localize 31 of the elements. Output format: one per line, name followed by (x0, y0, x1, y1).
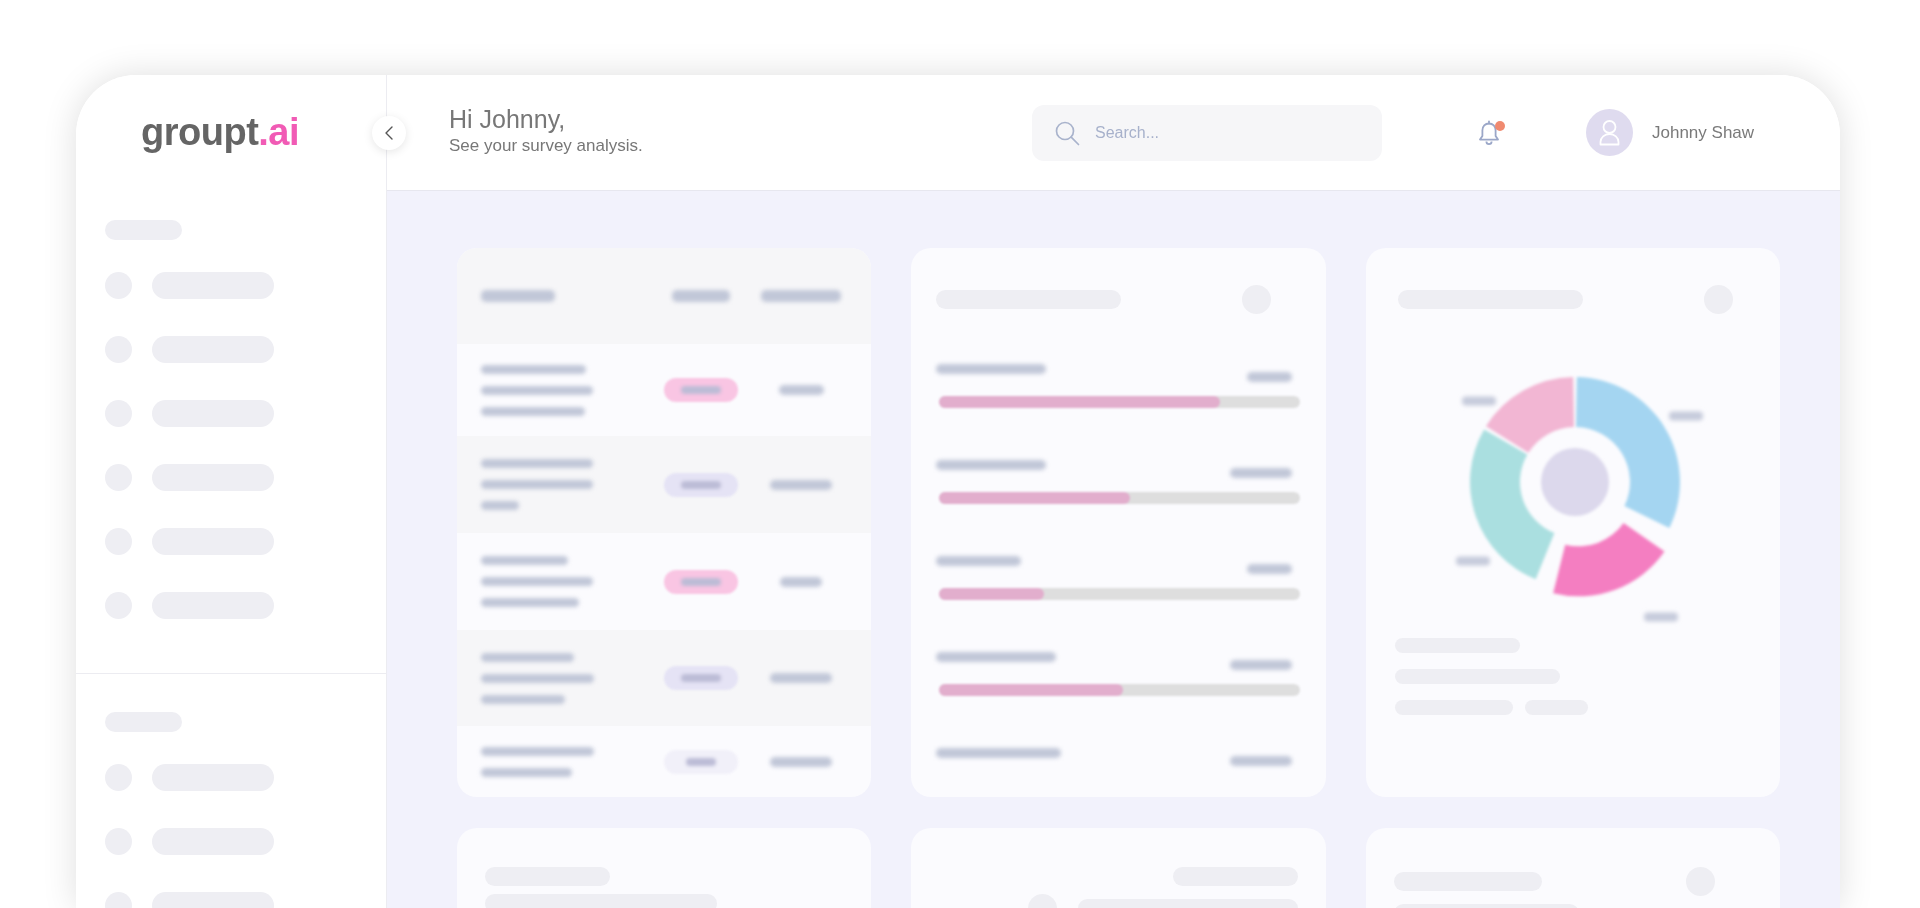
search-icon (1054, 119, 1080, 146)
blurred-text (681, 480, 721, 489)
blurred-text (770, 673, 833, 683)
blurred-text (1229, 660, 1292, 670)
blurred-text (681, 577, 721, 586)
blurred-text (481, 501, 519, 510)
blurred-text (780, 576, 823, 587)
center-disc-icon (1540, 448, 1609, 516)
blurred-text (681, 386, 721, 394)
blurred-text (1246, 372, 1292, 382)
blurred-text (1229, 468, 1292, 478)
blurred-text (770, 479, 833, 490)
avatar-icon[interactable] (1586, 109, 1633, 156)
brand-logo: groupt.ai (141, 111, 300, 155)
blurred-text (1246, 564, 1292, 574)
blurred-text (1668, 411, 1703, 421)
greeting-text: Hi Johnny, (449, 105, 566, 133)
bell-icon[interactable] (1476, 119, 1502, 146)
blurred-text (1461, 396, 1496, 406)
greeting-subtitle: See your survey analysis. (449, 136, 643, 156)
search-field[interactable]: Search... (1032, 104, 1382, 161)
blurred-text (1229, 756, 1292, 766)
blurred-text (1643, 612, 1678, 622)
blurred-text (770, 756, 833, 767)
blurred-text (778, 385, 824, 395)
chevron-left-icon (385, 126, 393, 140)
user-name: Johnny Shaw (1652, 122, 1755, 143)
blurred-text (681, 674, 721, 682)
blurred-text (672, 290, 730, 302)
blurred-text (1455, 556, 1490, 566)
blurred-text (686, 757, 716, 766)
